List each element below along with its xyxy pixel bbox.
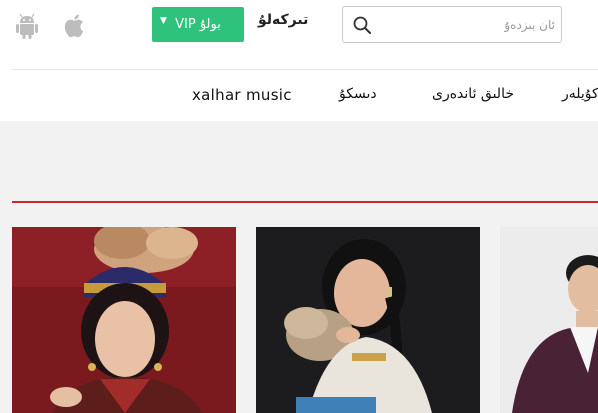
search-icon[interactable]: [352, 15, 372, 35]
artist-card[interactable]: [12, 227, 236, 413]
vip-button[interactable]: ▼ VIP بولۇ: [152, 7, 244, 42]
artist-card[interactable]: [500, 227, 598, 413]
search-box[interactable]: [342, 6, 562, 43]
nav-item-songs[interactable]: كۇيلەر: [562, 86, 598, 102]
search-input[interactable]: [379, 11, 555, 38]
apple-icon[interactable]: [60, 11, 90, 41]
banner-accent-rule: [12, 201, 598, 203]
nav-item-folk-songs[interactable]: خالىق ئاندەرى: [432, 86, 514, 102]
android-icon[interactable]: [12, 11, 42, 41]
singer-portrait-image: [12, 227, 236, 413]
top-divider: [12, 69, 598, 70]
singer-portrait-image: [256, 227, 480, 413]
artist-card[interactable]: [256, 227, 480, 413]
vip-button-label: VIP بولۇ: [175, 17, 221, 32]
caret-down-icon: ▼: [160, 16, 167, 26]
register-link[interactable]: تىركەلۇ: [258, 12, 308, 28]
singer-portrait-image: [500, 227, 598, 413]
nav-item-xalhar-music[interactable]: xalhar music: [192, 86, 292, 104]
nav-item-disco[interactable]: دىسكۇ: [339, 86, 377, 102]
